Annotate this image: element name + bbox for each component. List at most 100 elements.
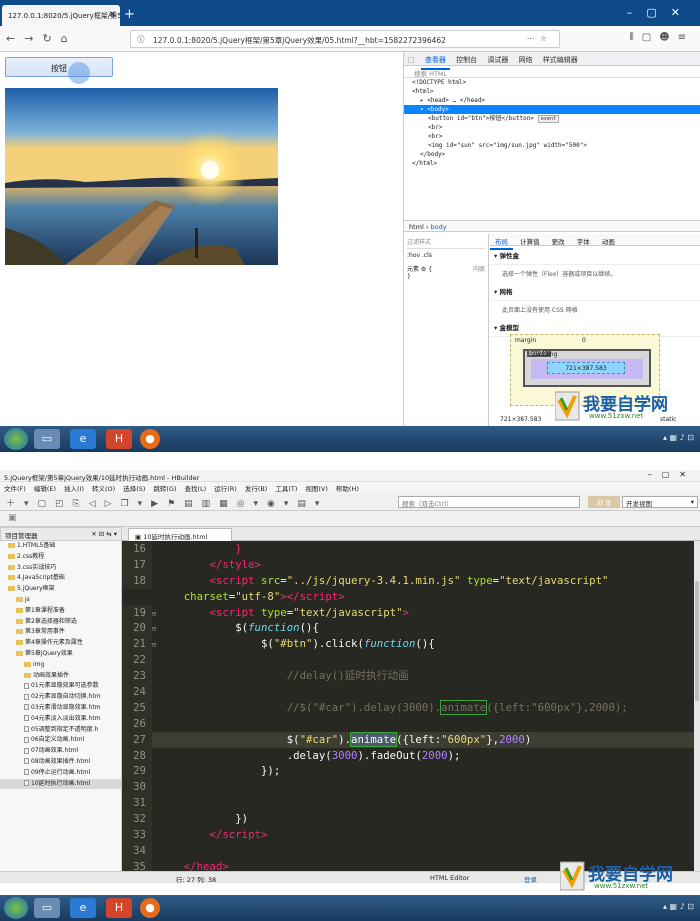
system-tray[interactable]: ▴ ▦ ♪ ⊡	[663, 902, 694, 911]
dom-node[interactable]: <br>	[404, 132, 700, 141]
menu-item[interactable]: 运行(R)	[214, 483, 237, 493]
code-editor[interactable]: 16 } 17 </style> 18 <script src="../js/jqu…	[122, 541, 694, 871]
code-line[interactable]: 29 });	[122, 763, 694, 780]
tree-file[interactable]: 02元素显隐自动切换.htm	[0, 692, 121, 703]
code-line[interactable]: 27 $("#car").animate({left:"600px"},2000…	[122, 731, 694, 748]
tree-file[interactable]: 04元素淡入淡出效果.htm	[0, 714, 121, 725]
panel-buttons[interactable]: ✕ ⊟ ⇆ ▾	[91, 530, 117, 538]
home-icon[interactable]: ⌂	[61, 32, 77, 45]
code-line[interactable]: 31	[122, 795, 694, 812]
desktop-app-icon[interactable]: ▭	[34, 898, 60, 918]
dom-node[interactable]: <button id="btn">按钮</button> event	[404, 114, 700, 123]
tree-folder[interactable]: 动画效果插件	[0, 671, 121, 682]
menu-item[interactable]: 查找(L)	[185, 483, 207, 493]
dom-node[interactable]: <br>	[404, 123, 700, 132]
code-line[interactable]: 20 ⊟ $(function(){	[122, 620, 694, 637]
address-bar[interactable]: ⓘ 127.0.0.1:8020/5.jQuery框架/第5章jQuery效果/…	[130, 30, 560, 48]
breadcrumb-html[interactable]: html	[409, 223, 424, 231]
firefox-icon[interactable]: ●	[140, 429, 160, 449]
breadcrumb-body[interactable]: body	[431, 223, 447, 231]
menu-item[interactable]: 帮助(H)	[336, 483, 359, 493]
tree-file[interactable]: 03元素滑动显隐效果.htm	[0, 703, 121, 714]
dom-node[interactable]: <img id="sun" src="img/sun.jpg" width="5…	[404, 141, 700, 150]
editor-scrollbar[interactable]	[694, 541, 700, 871]
window-controls[interactable]: –▢✕	[627, 6, 694, 19]
picker-icon[interactable]: ⬚	[404, 53, 419, 67]
code-line[interactable]: charset="utf-8"></script>	[122, 589, 694, 605]
menu-item[interactable]: 编辑(E)	[34, 483, 56, 493]
tab-changes[interactable]: 更改	[547, 234, 570, 248]
tree-folder[interactable]: 4.JavaScript基础	[0, 573, 121, 584]
back-icon[interactable]: ←	[6, 32, 24, 45]
code-line[interactable]: 18 <script src="../js/jquery-3.4.1.min.j…	[122, 572, 694, 589]
tree-file[interactable]: 06自定义动画.html	[0, 735, 121, 746]
menu-item[interactable]: 跳转(G)	[153, 483, 176, 493]
dom-node[interactable]: <!DOCTYPE html>	[404, 78, 700, 87]
tree-folder[interactable]: 第5章jQuery效果	[0, 649, 121, 660]
info-icon[interactable]: ⓘ	[137, 34, 145, 45]
start-button[interactable]	[4, 428, 28, 450]
bookmark-star-icon[interactable]: ⋯☆	[527, 34, 553, 43]
login-link[interactable]: 登录	[524, 874, 537, 884]
code-line[interactable]: 19 ⊟ <script type="text/javascript">	[122, 604, 694, 621]
tab-animations[interactable]: 动画	[597, 234, 620, 248]
code-line[interactable]: 25 //$("#car").delay(3000).animate({left…	[122, 699, 694, 716]
tree-file[interactable]: 07动画效果.html	[0, 746, 121, 757]
code-line[interactable]: 21 ⊟ $("#btn").click(function(){	[122, 636, 694, 653]
page-button[interactable]: 按钮	[5, 57, 113, 77]
dom-node[interactable]: ▸ <head> … </head>	[404, 96, 700, 105]
system-tray[interactable]: ▴ ▦ ♪ ⊡	[663, 433, 694, 442]
search-input[interactable]: 搜索（双击Ctrl）	[398, 496, 580, 508]
dom-node[interactable]: ▾ <body>	[404, 105, 700, 114]
html-search-input[interactable]: 搜索 HTML	[404, 66, 700, 78]
tree-file[interactable]: 09停止运行动画.html	[0, 768, 121, 779]
browser-tab[interactable]: 127.0.0.1:8020/5.jQuery框架/第5 ✕	[2, 5, 120, 26]
dom-node[interactable]: <html>	[404, 87, 700, 96]
tree-folder[interactable]: 2.css教程	[0, 552, 121, 563]
code-line[interactable]: 22	[122, 652, 694, 669]
section-grid[interactable]: ▾ 网格	[490, 282, 700, 301]
forward-icon[interactable]: →	[24, 32, 42, 45]
toolbar-icons[interactable]: ＋▾▢◰⎘◁▷❐▾▶⚑▤▥▦◎▾◉▾▤▾	[6, 496, 328, 509]
code-line[interactable]: 28 .delay(3000).fadeOut(2000);	[122, 747, 694, 764]
tree-folder[interactable]: img	[0, 660, 121, 671]
desktop-app-icon[interactable]: ▭	[34, 429, 60, 449]
tree-folder[interactable]: 第1章课程准备	[0, 606, 121, 617]
menu-item[interactable]: 选择(S)	[123, 483, 145, 493]
editor-tab-active[interactable]: ▣ 10延时执行动画.html	[128, 528, 232, 541]
code-line[interactable]: 26	[122, 715, 694, 732]
reload-icon[interactable]: ↻	[42, 32, 60, 45]
menu-item[interactable]: 插入(I)	[64, 483, 84, 493]
tab-layout[interactable]: 布局	[490, 234, 513, 250]
tree-folder[interactable]: 第4章操作元素及属性	[0, 638, 121, 649]
ie-icon[interactable]: e	[70, 429, 96, 449]
event-badge[interactable]: event	[537, 115, 559, 123]
code-line[interactable]: 16 }	[122, 541, 694, 557]
code-line[interactable]: 23 //delay()延时执行动画	[122, 668, 694, 685]
view-mode-select[interactable]: 开发视图 ▾	[622, 496, 698, 508]
menu-item[interactable]: 文件(F)	[4, 483, 26, 493]
code-line[interactable]: 17 </style>	[122, 556, 694, 573]
hov-cls-toggle[interactable]: :hov .cls	[407, 252, 485, 259]
code-line[interactable]: 33 </script>	[122, 827, 694, 843]
tab-fonts[interactable]: 字体	[572, 234, 595, 248]
preview-button[interactable]: 浏 览	[588, 496, 620, 508]
firefox-icon[interactable]: ●	[140, 898, 160, 918]
tree-folder[interactable]: 第3章常用事件	[0, 627, 121, 638]
new-tab-icon[interactable]: +	[124, 7, 135, 22]
tree-folder[interactable]: 3.css实战技巧	[0, 563, 121, 574]
code-line[interactable]: 32 })	[122, 811, 694, 828]
browser-menu-icons[interactable]: ⫴▢☻≡	[630, 32, 694, 43]
tree-file[interactable]: 08动画效果插件.html	[0, 757, 121, 768]
tree-file[interactable]: 05调整到指定不透明度.h	[0, 725, 121, 736]
close-tab-icon[interactable]: ✕	[108, 10, 116, 20]
menu-item[interactable]: 工具(T)	[275, 483, 297, 493]
ie-icon[interactable]: e	[70, 898, 96, 918]
tree-folder[interactable]: 第2章选择器和筛选	[0, 617, 121, 628]
code-line[interactable]: 34	[122, 842, 694, 859]
tree-file[interactable]: 01元素显隐效果可选参数	[0, 681, 121, 692]
tree-folder[interactable]: 1.HTML5基础	[0, 541, 121, 552]
tree-folder[interactable]: 5.jQuery框架	[0, 584, 121, 595]
format-icon[interactable]: ▣	[8, 513, 17, 523]
dom-node[interactable]: </body>	[404, 150, 700, 159]
